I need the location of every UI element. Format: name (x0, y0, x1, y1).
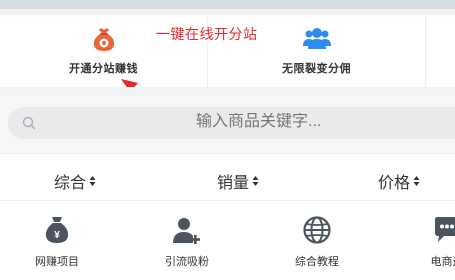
category-grid: ¥ 网赚项目 引流吸粉 综合教程 电商 (0, 202, 455, 280)
search-icon (22, 116, 36, 130)
category-item-tutorials[interactable]: 综合教程 (262, 202, 372, 269)
sort-bar: 综合 销量 价格 (0, 153, 455, 201)
annotation-text: 一键在线开分站 (156, 26, 258, 42)
sort-comprehensive[interactable]: 综合 (54, 169, 96, 193)
svg-text:¥: ¥ (54, 230, 60, 241)
chat-icon (431, 214, 455, 246)
category-label: 电商运 (430, 256, 455, 268)
category-item-traffic[interactable]: 引流吸粉 (132, 202, 242, 269)
category-label: 引流吸粉 (165, 256, 209, 268)
category-item-ecommerce[interactable]: 电商运 (392, 202, 455, 269)
search-section (0, 95, 455, 153)
top-banner-strip (0, 0, 455, 9)
money-bag-icon (89, 24, 119, 54)
sort-sales[interactable]: 销量 (217, 169, 259, 193)
category-label: 网赚项目 (35, 256, 79, 268)
promo-label-commission: 无限裂变分佣 (282, 63, 351, 75)
divider (0, 87, 455, 95)
search-input[interactable] (196, 113, 396, 131)
sort-label: 价格 (378, 175, 411, 192)
sort-label: 销量 (217, 175, 250, 192)
category-label: 综合教程 (295, 256, 339, 268)
sort-caret-icon (413, 176, 420, 186)
promo-label-substation: 开通分站赚钱 (69, 63, 138, 75)
money-bag-icon: ¥ (41, 214, 73, 246)
users-group-icon (302, 24, 332, 54)
add-user-icon (171, 214, 203, 246)
page: 开通分站赚钱 无限裂变分佣 一键在线开分站 输入商品关键字... 综合 销量 价… (0, 0, 455, 280)
search-bar[interactable] (8, 107, 455, 139)
sort-caret-icon (252, 176, 259, 186)
category-item-making-money[interactable]: ¥ 网赚项目 (2, 202, 112, 269)
sort-caret-icon (89, 176, 96, 186)
sort-price[interactable]: 价格 (378, 169, 420, 193)
sort-label: 综合 (54, 175, 87, 192)
globe-icon (301, 214, 333, 246)
